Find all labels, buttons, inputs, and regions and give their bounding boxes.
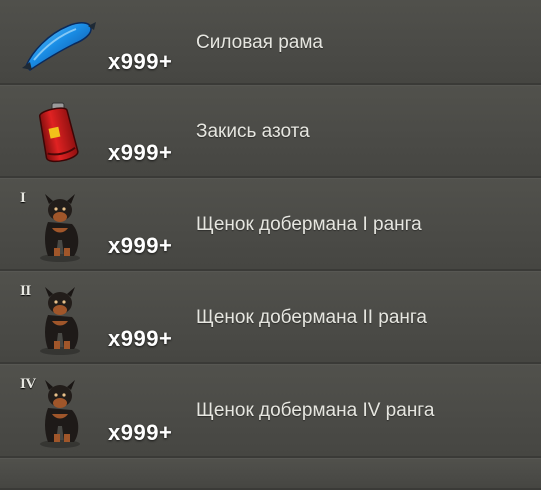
item-quantity: x999+ [108,49,173,74]
inventory-item-row[interactable]: x999+ Силовая рама [0,0,541,85]
item-name: Закись азота [196,121,310,142]
item-name: Щенок добермана II ранга [196,307,427,328]
doberman-puppy-icon [18,281,98,357]
inventory-item-row[interactable]: IV x999+ Щенок добермана IV ранга [0,364,541,458]
item-name: Щенок добермана I ранга [196,214,422,235]
inventory-item-row-partial[interactable] [0,458,541,490]
item-name: Щенок добермана IV ранга [196,400,435,421]
item-quantity: x999+ [108,140,173,165]
inventory-item-row[interactable]: II x999+ Щенок добермана II ранга [0,271,541,364]
doberman-puppy-icon [18,188,98,264]
item-quantity: x999+ [108,420,173,445]
doberman-puppy-icon [18,374,98,450]
nitrous-tank-icon [18,95,98,171]
inventory-list: x999+ Силовая рама x999+ Закись азота I … [0,0,541,490]
item-quantity: x999+ [108,233,173,258]
item-quantity: x999+ [108,326,173,351]
blue-frame-icon [18,4,98,80]
item-name: Силовая рама [196,32,323,53]
inventory-item-row[interactable]: x999+ Закись азота [0,85,541,178]
inventory-item-row[interactable]: I x999+ Щенок добермана I ранга [0,178,541,271]
